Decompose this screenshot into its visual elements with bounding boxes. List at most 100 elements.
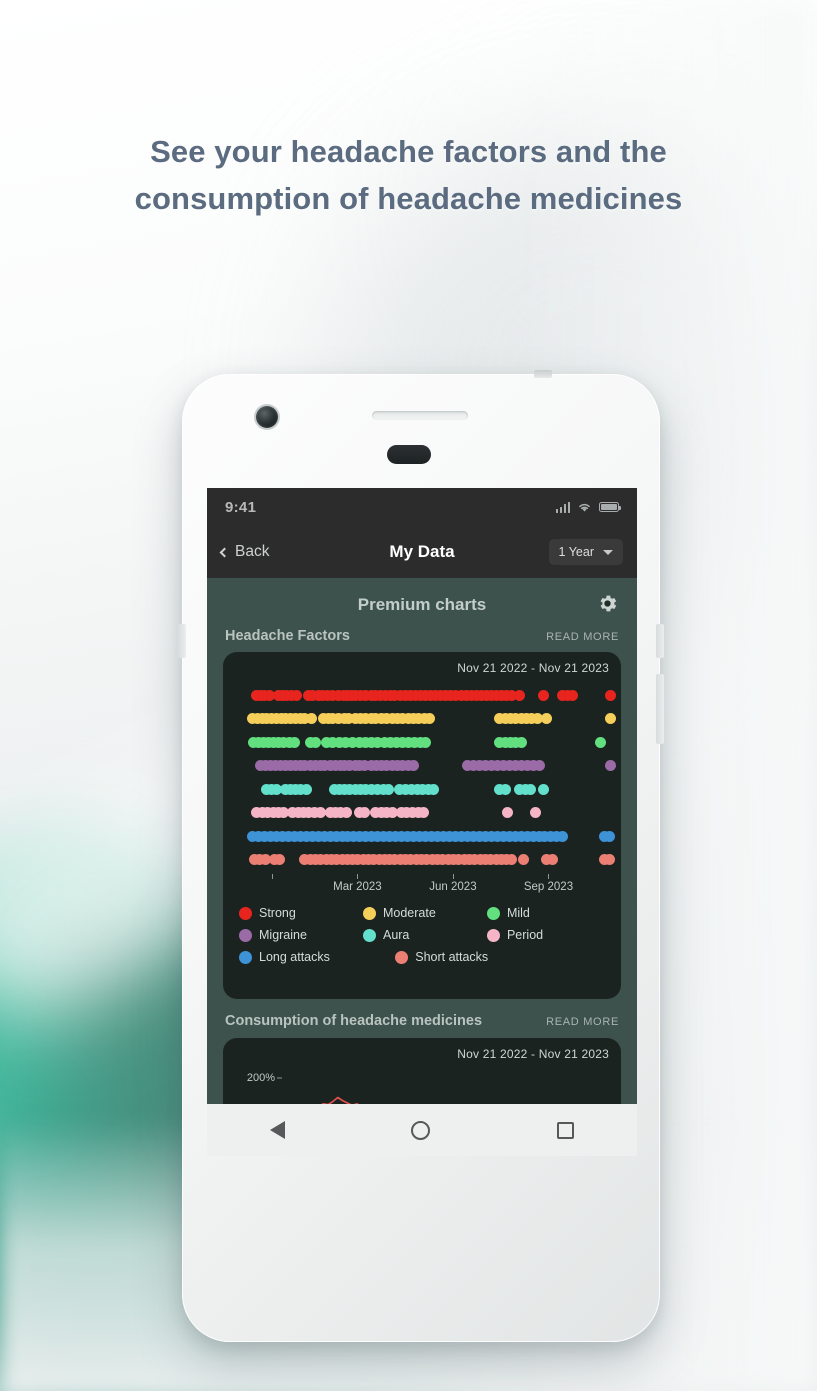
legend-color-swatch (239, 928, 252, 942)
chevron-left-icon (219, 547, 230, 557)
chart-date-range-1: Nov 21 2022 - Nov 21 2023 (457, 661, 609, 675)
app-nav-bar: Back My Data 1 Year (207, 526, 637, 578)
read-more-link-consumption[interactable]: READ MORE (546, 1016, 619, 1028)
status-bar-clock: 9:41 (225, 498, 257, 516)
data-point (557, 830, 569, 842)
data-point (428, 783, 440, 795)
axis-tick-label: Mar 2023 (333, 881, 382, 893)
headache-factors-legend: Strong Moderate Mild Migraine Aura Period Long… (239, 906, 611, 972)
data-point (529, 807, 541, 818)
axis-tick (271, 874, 273, 879)
consumption-line-svg (321, 1096, 359, 1104)
factor-row-short-attacks (223, 849, 621, 871)
battery-full-icon (599, 502, 622, 512)
factor-row-aura (223, 778, 621, 800)
chart-date-range-2: Nov 21 2022 - Nov 21 2023 (457, 1047, 609, 1061)
data-point (314, 807, 326, 818)
data-point (300, 783, 312, 795)
data-point (515, 736, 527, 748)
legend-item-moderate: Moderate (362, 906, 487, 920)
consumption-plot: 200%160%120%80% (223, 1062, 621, 1104)
headache-factors-plot (223, 684, 621, 876)
time-range-value: 1 Year (558, 545, 594, 559)
phone-mockup: 9:41 Back My Data 1 Year Premium charts … (178, 370, 664, 1342)
data-point (424, 713, 436, 724)
status-bar: 9:41 (207, 488, 637, 526)
factor-row-moderate (223, 708, 621, 730)
legend-row: Migraine Aura Period (239, 928, 611, 942)
data-point (513, 689, 525, 701)
android-back-icon[interactable] (270, 1121, 286, 1139)
headache-factors-x-axis: Mar 2023 Jun 2023 Sep 2023 (223, 874, 621, 902)
data-point (408, 760, 420, 771)
legend-label: Short attacks (415, 950, 489, 964)
data-point (533, 760, 545, 771)
data-point (506, 854, 518, 865)
legend-color-swatch (395, 950, 409, 964)
proximity-sensor-icon (387, 445, 431, 464)
page-headline: See your headache factors and the consum… (0, 128, 817, 222)
data-point (309, 736, 321, 748)
legend-row: Strong Moderate Mild (239, 906, 611, 920)
time-range-dropdown[interactable]: 1 Year (548, 539, 623, 565)
legend-label: Period (506, 928, 544, 942)
legend-label: Aura (382, 928, 410, 942)
factor-row-strong (223, 684, 621, 706)
read-more-link-headache-factors[interactable]: READ MORE (546, 631, 619, 643)
data-point (288, 736, 300, 748)
android-home-icon[interactable] (411, 1120, 431, 1140)
gear-icon[interactable] (596, 592, 619, 615)
data-point (517, 854, 529, 865)
back-button[interactable]: Back (219, 543, 270, 561)
phone-right-button-1 (656, 624, 664, 658)
legend-color-swatch (362, 928, 376, 942)
data-point (566, 689, 578, 701)
premium-charts-header: Premium charts (223, 584, 621, 626)
legend-color-swatch (362, 906, 376, 920)
data-point (547, 854, 559, 865)
section-header-consumption: Consumption of headache medicines READ M… (223, 1011, 621, 1029)
headache-factors-chart-card: Nov 21 2022 - Nov 21 2023 Mar 2023 Jun 20… (223, 652, 621, 999)
legend-label: Migraine (259, 928, 307, 942)
factor-row-mild (223, 731, 621, 753)
premium-charts-title: Premium charts (357, 595, 487, 614)
legend-label: Mild (506, 906, 530, 920)
legend-label: Moderate (382, 906, 436, 920)
android-navigation-bar (207, 1104, 637, 1156)
app-content: Premium charts Headache Factors READ MOR… (207, 584, 637, 1104)
data-point (359, 807, 371, 818)
data-point (604, 854, 616, 865)
factor-row-period (223, 802, 621, 824)
headline-line-1: See your headache factors and the (150, 134, 667, 169)
factor-row-migraine (223, 755, 621, 777)
axis-tick (548, 874, 550, 879)
legend-color-swatch (239, 906, 252, 920)
cellular-signal-icon (555, 501, 570, 513)
legend-item-short-attacks: Short attacks (395, 950, 551, 964)
legend-label: Strong (259, 906, 296, 920)
legend-item-mild: Mild (486, 906, 611, 920)
data-point (605, 760, 617, 771)
data-point (305, 713, 317, 724)
data-point (605, 689, 617, 701)
axis-tick (452, 874, 454, 879)
data-point (541, 713, 553, 724)
data-point (274, 854, 286, 865)
android-recents-icon[interactable] (556, 1121, 574, 1139)
phone-screen: 9:41 Back My Data 1 Year Premium charts … (207, 488, 637, 1104)
data-point (418, 807, 430, 818)
phone-right-button-2 (656, 674, 664, 744)
data-point (605, 713, 617, 724)
data-point (499, 783, 511, 795)
legend-item-long-attacks: Long attacks (239, 950, 395, 964)
wifi-icon (579, 503, 590, 512)
legend-item-strong: Strong (239, 906, 363, 920)
data-point (501, 807, 513, 818)
back-button-label: Back (235, 543, 270, 560)
consumption-chart-card: Nov 21 2022 - Nov 21 2023 200%160%120%80… (223, 1038, 621, 1104)
data-point (604, 830, 616, 842)
legend-row: Long attacks Short attacks (239, 950, 611, 964)
legend-color-swatch (486, 906, 500, 920)
phone-top-button (534, 370, 552, 378)
legend-color-swatch (239, 950, 252, 964)
